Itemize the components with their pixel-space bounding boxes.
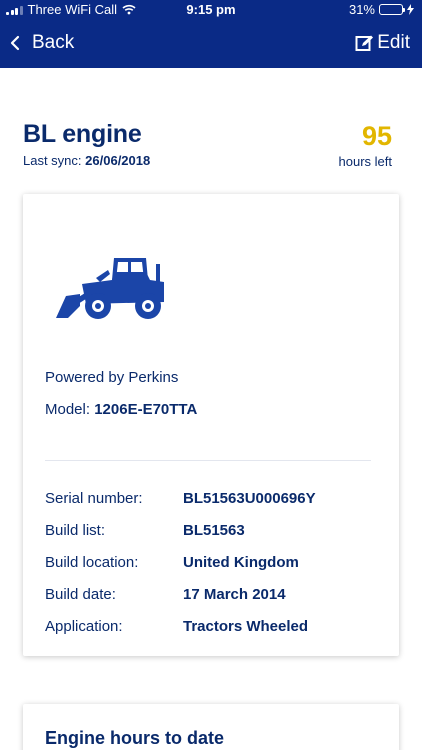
back-label: Back (32, 32, 75, 53)
hours-left: 95 hours left (339, 122, 392, 169)
spec-row-application: Application: Tractors Wheeled (45, 610, 375, 642)
model-value: 1206E-E70TTA (94, 401, 198, 418)
spec-label: Build date: (45, 585, 116, 603)
hours-left-value: 95 (361, 121, 392, 151)
engine-hours-title: Engine hours to date (45, 728, 225, 748)
spec-row-build-list: Build list: BL51563 (45, 514, 375, 546)
engine-header: BL engine Last sync: 26/06/2018 95 hours… (23, 120, 399, 169)
spec-value: Tractors Wheeled (183, 617, 309, 635)
spec-value: 17 March 2014 (183, 585, 286, 603)
last-sync-value: 26/06/2018 (85, 153, 151, 168)
battery-info: 31% (349, 2, 414, 17)
charging-icon (407, 4, 414, 15)
edit-label: Edit (377, 32, 410, 53)
engine-details-card: Powered by Perkins Model: 1206E-E70TTA S… (23, 194, 399, 656)
spec-label: Build list: (45, 521, 106, 539)
spec-row-build-date: Build date: 17 March 2014 (45, 578, 375, 610)
engine-hours-card[interactable]: Engine hours to date (23, 704, 399, 750)
spec-label: Build location: (45, 553, 139, 571)
nav-bar: Back Edit (0, 24, 422, 64)
spec-row-build-location: Build location: United Kingdom (45, 546, 375, 578)
chevron-left-icon (10, 35, 20, 51)
last-sync-label: Last sync: (23, 153, 82, 168)
powered-by: Powered by Perkins (45, 369, 179, 386)
spec-value: BL51563U000696Y (183, 489, 316, 507)
wheel-loader-icon (56, 258, 164, 319)
edit-button[interactable]: Edit (355, 32, 410, 54)
hours-left-label: hours left (338, 154, 392, 169)
spec-label: Application: (45, 617, 123, 635)
spec-label: Serial number: (45, 489, 143, 507)
spec-list: Serial number: BL51563U000696Y Build lis… (45, 482, 375, 642)
model: Model: 1206E-E70TTA (45, 401, 197, 418)
battery-icon (379, 4, 405, 15)
back-button[interactable]: Back (8, 32, 74, 54)
spec-value: United Kingdom (183, 553, 299, 571)
divider (45, 460, 371, 461)
battery-percent: 31% (348, 2, 375, 17)
top-bar: Three WiFi Call 9:15 pm 31% Back Edit (0, 0, 422, 68)
edit-icon (355, 35, 374, 51)
spec-value: BL51563 (183, 521, 245, 539)
model-label: Model: (45, 401, 91, 418)
status-bar: Three WiFi Call 9:15 pm 31% (0, 0, 422, 20)
spec-row-serial-number: Serial number: BL51563U000696Y (45, 482, 375, 514)
